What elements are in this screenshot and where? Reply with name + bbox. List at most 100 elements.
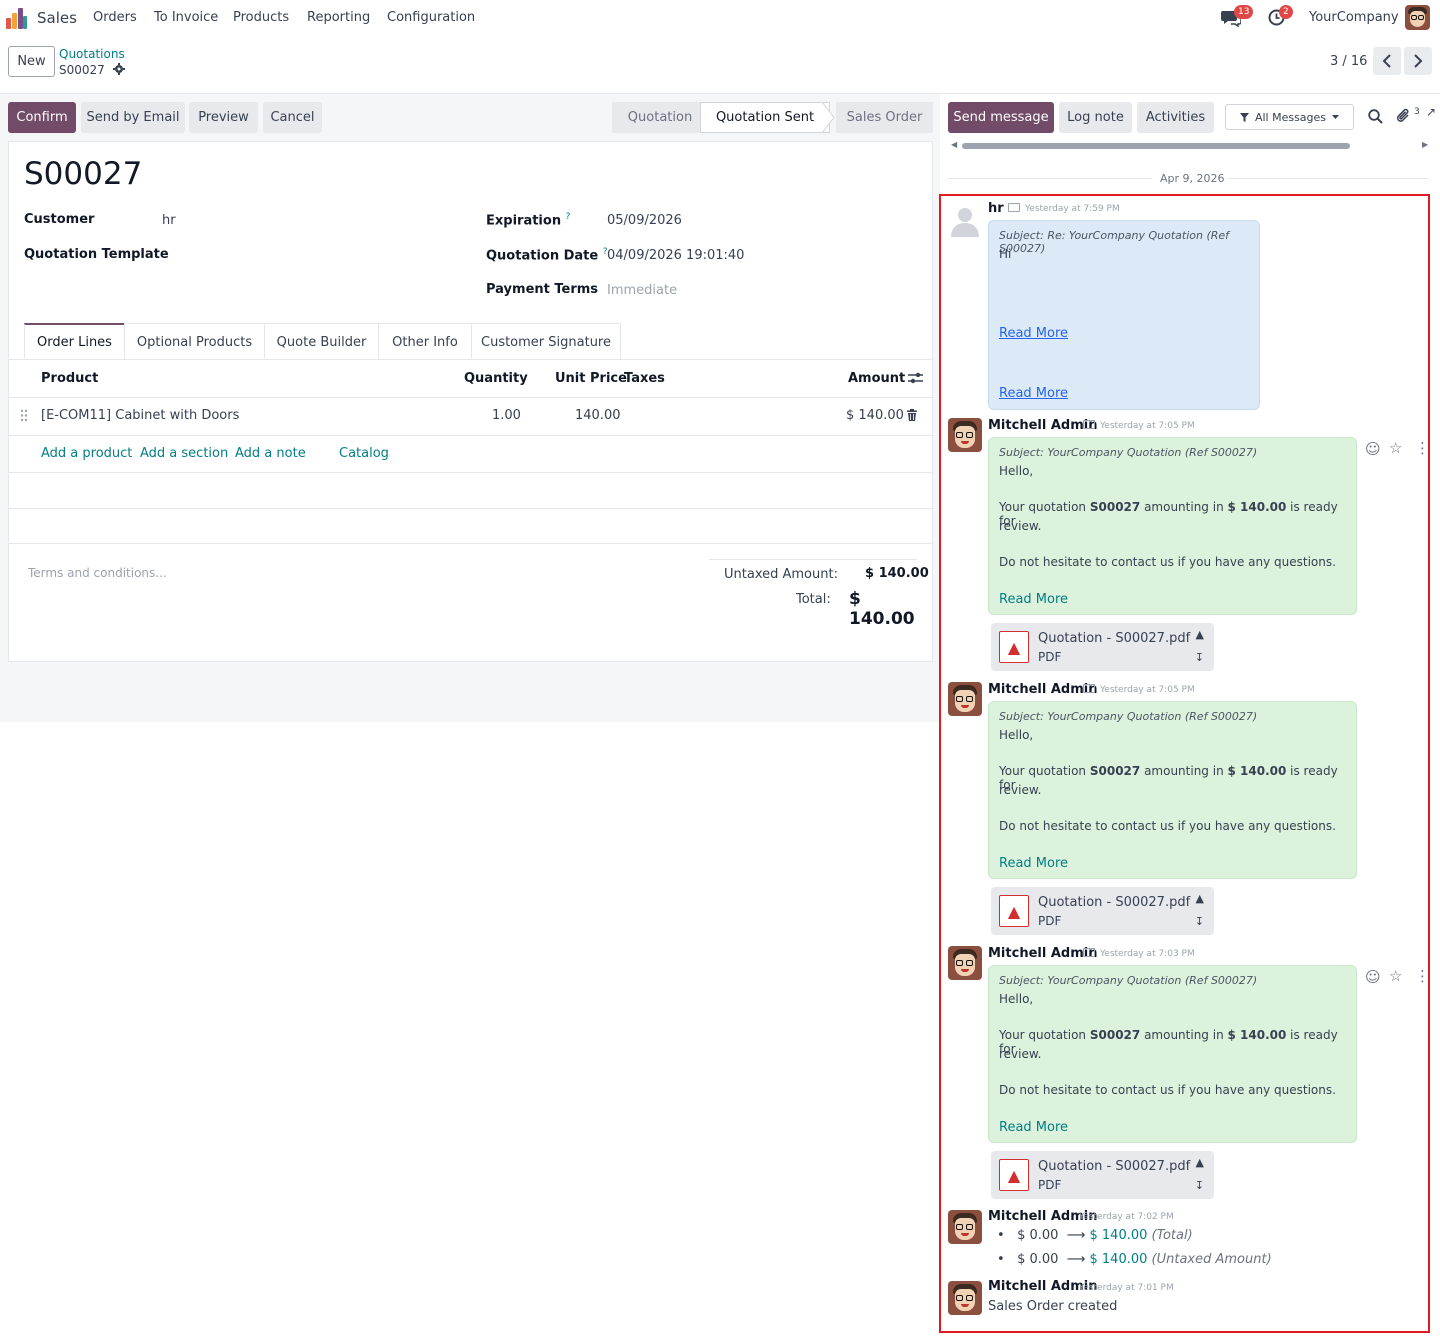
tab-customer-signature[interactable]: Customer Signature — [471, 323, 621, 360]
tab-other-info[interactable]: Other Info — [378, 323, 472, 360]
gear-icon[interactable] — [112, 63, 125, 75]
column-product[interactable]: Product — [41, 371, 98, 386]
add-note-link[interactable]: Add a note — [235, 446, 306, 461]
add-section-link[interactable]: Add a section — [140, 446, 228, 461]
new-value: $ 140.00 — [1089, 1252, 1148, 1267]
app-name[interactable]: Sales — [37, 9, 77, 27]
sales-app-icon[interactable] — [6, 7, 28, 29]
chevron-left-icon — [1382, 54, 1391, 68]
search-icon[interactable] — [1368, 109, 1383, 124]
menu-to-invoice[interactable]: To Invoice — [154, 10, 218, 25]
line-unit-price[interactable]: 140.00 — [575, 408, 621, 423]
star-icon[interactable]: ☆ — [1389, 439, 1402, 457]
company-switcher[interactable]: YourCompany — [1309, 10, 1399, 25]
author-avatar[interactable] — [948, 418, 982, 452]
column-taxes[interactable]: Taxes — [624, 371, 665, 386]
attachment-type: PDF — [1038, 914, 1062, 928]
scroll-right-icon[interactable]: ▶ — [1422, 140, 1428, 149]
line-product[interactable]: [E-COM11] Cabinet with Doors — [41, 408, 239, 423]
message-author[interactable]: Mitchell Admin — [988, 418, 1097, 433]
add-reaction-icon[interactable]: ☺ — [1365, 440, 1381, 458]
message-filter-dropdown[interactable]: All Messages — [1225, 104, 1354, 130]
trash-icon[interactable]: ▲ — [1196, 1156, 1204, 1169]
user-avatar[interactable] — [1405, 5, 1430, 30]
author-avatar[interactable] — [948, 946, 982, 980]
breadcrumb-quotations[interactable]: Quotations — [59, 47, 125, 61]
download-icon[interactable]: ↧ — [1195, 915, 1204, 928]
chatter-scrollbar[interactable] — [962, 143, 1350, 149]
arrow-right-icon: ⟶ — [1062, 1228, 1086, 1243]
menu-orders[interactable]: Orders — [93, 10, 137, 25]
default-avatar[interactable] — [948, 203, 982, 237]
quotation-date-field[interactable]: 04/09/2026 19:01:40 — [607, 248, 744, 263]
quotation-date-label-text: Quotation Date — [486, 248, 599, 264]
payment-terms-field[interactable]: Immediate — [607, 283, 677, 298]
breadcrumb-current: S00027 — [59, 63, 125, 77]
author-avatar[interactable] — [948, 1281, 982, 1315]
message-bubble: Subject: YourCompany Quotation (Ref S000… — [988, 437, 1357, 615]
tab-quote-builder[interactable]: Quote Builder — [264, 323, 379, 360]
order-amount: $ 140.00 — [1227, 764, 1287, 778]
message-author[interactable]: hr — [988, 201, 1004, 216]
pager-previous-button[interactable] — [1373, 47, 1401, 75]
line-quantity[interactable]: 1.00 — [492, 408, 521, 423]
add-reaction-icon[interactable]: ☺ — [1365, 968, 1381, 986]
confirm-button[interactable]: Confirm — [8, 102, 76, 133]
log-note-button[interactable]: Log note — [1059, 102, 1132, 133]
author-avatar[interactable] — [948, 1210, 982, 1244]
scroll-left-icon[interactable]: ◀ — [951, 140, 957, 149]
help-mark[interactable]: ? — [566, 212, 571, 222]
send-message-button[interactable]: Send message — [948, 102, 1054, 133]
more-options-icon[interactable]: ⋮ — [1415, 967, 1430, 985]
message-greeting: Hello, — [999, 728, 1034, 742]
trash-icon[interactable]: ▲ — [1196, 892, 1204, 905]
read-more-link[interactable]: Read More — [999, 1120, 1068, 1135]
new-button[interactable]: New — [8, 46, 55, 77]
filter-label: All Messages — [1254, 110, 1327, 124]
customer-field[interactable]: hr — [162, 213, 176, 228]
catalog-link[interactable]: Catalog — [339, 446, 389, 461]
add-product-link[interactable]: Add a product — [41, 446, 132, 461]
column-amount[interactable]: Amount — [848, 371, 905, 386]
trash-icon[interactable]: ▲ — [1196, 628, 1204, 641]
optional-columns-icon[interactable] — [908, 371, 923, 385]
status-sales-order[interactable]: Sales Order — [836, 102, 933, 133]
tab-optional-products[interactable]: Optional Products — [124, 323, 265, 360]
message-bubble: Subject: Re: YourCompany Quotation (Ref … — [988, 220, 1260, 410]
read-more-link[interactable]: Read More — [999, 386, 1068, 401]
message-author[interactable]: Mitchell Admin — [988, 682, 1097, 697]
paperclip-icon[interactable] — [1396, 108, 1411, 124]
more-options-icon[interactable]: ⋮ — [1415, 439, 1430, 457]
column-quantity[interactable]: Quantity — [464, 371, 528, 386]
send-by-email-button[interactable]: Send by Email — [81, 102, 185, 133]
read-more-link[interactable]: Read More — [999, 326, 1068, 341]
message-author[interactable]: Mitchell Admin — [988, 946, 1097, 961]
status-quotation[interactable]: Quotation — [612, 102, 708, 133]
attachment-card[interactable]: ▲ Quotation - S00027.pdf PDF ▲ ↧ — [991, 623, 1214, 671]
read-more-link[interactable]: Read More — [999, 856, 1068, 871]
follow-icon[interactable]: ↗ — [1426, 105, 1436, 119]
star-icon[interactable]: ☆ — [1389, 967, 1402, 985]
attachment-card[interactable]: ▲ Quotation - S00027.pdf PDF ▲ ↧ — [991, 1151, 1214, 1199]
download-icon[interactable]: ↧ — [1195, 651, 1204, 664]
column-unit-price[interactable]: Unit Price — [555, 371, 627, 386]
status-quotation-sent[interactable]: Quotation Sent — [700, 102, 830, 133]
terms-conditions-input[interactable]: Terms and conditions... — [28, 566, 167, 580]
menu-reporting[interactable]: Reporting — [307, 10, 370, 25]
field-name: (Untaxed Amount) — [1151, 1252, 1272, 1267]
pager-value[interactable]: 3 / 16 — [1330, 54, 1367, 69]
pager-next-button[interactable] — [1404, 47, 1432, 75]
expiration-field[interactable]: 05/09/2026 — [607, 213, 682, 228]
attachment-card[interactable]: ▲ Quotation - S00027.pdf PDF ▲ ↧ — [991, 887, 1214, 935]
read-more-link[interactable]: Read More — [999, 592, 1068, 607]
trash-icon[interactable] — [907, 409, 917, 421]
preview-button[interactable]: Preview — [189, 102, 258, 133]
menu-configuration[interactable]: Configuration — [387, 10, 475, 25]
menu-products[interactable]: Products — [233, 10, 289, 25]
download-icon[interactable]: ↧ — [1195, 1179, 1204, 1192]
author-avatar[interactable] — [948, 682, 982, 716]
cancel-button[interactable]: Cancel — [263, 102, 322, 133]
activities-button[interactable]: Activities — [1137, 102, 1214, 133]
drag-handle-icon[interactable] — [20, 409, 28, 422]
tab-order-lines[interactable]: Order Lines — [24, 323, 125, 360]
